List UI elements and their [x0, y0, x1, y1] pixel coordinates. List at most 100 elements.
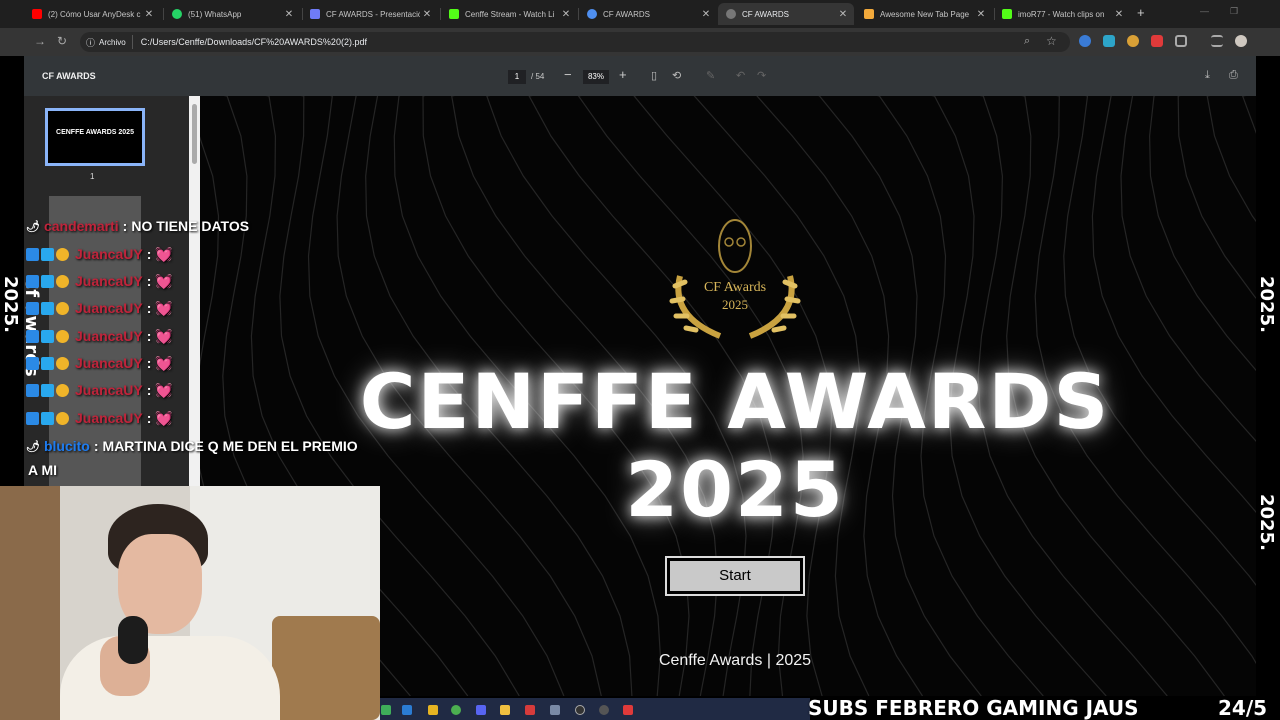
tab-cf-awards-1[interactable]: CF AWARDS ✕ — [579, 3, 717, 25]
microphone — [118, 616, 148, 664]
extension-icon[interactable] — [1079, 35, 1091, 47]
chat-message: JuancaUY : 💓 — [26, 406, 173, 430]
reading-list-icon[interactable] — [1211, 35, 1223, 47]
whatsapp-icon — [172, 9, 182, 19]
tab-cf-awards-presentation[interactable]: CF AWARDS - Presentació ✕ — [302, 3, 438, 25]
chat-text: 💓 — [155, 299, 173, 316]
moderator-badge-icon — [26, 274, 39, 288]
tab-cenffe-stream[interactable]: Cenffe Stream - Watch Li ✕ — [441, 3, 577, 25]
taskbar-app-icon[interactable] — [402, 705, 412, 715]
annotate-icon[interactable]: ✎ — [706, 69, 715, 82]
obs-icon[interactable] — [575, 705, 585, 715]
taskbar-app-icon[interactable] — [428, 705, 438, 715]
fit-page-icon[interactable]: ▯ — [651, 69, 657, 82]
cube-badge-icon — [41, 247, 54, 261]
chat-message-wrap: A MI — [28, 462, 58, 478]
print-icon[interactable]: ⎙ — [1229, 69, 1238, 82]
coin-badge-icon — [56, 329, 69, 343]
start-button[interactable]: Start — [667, 558, 803, 594]
close-icon[interactable]: ✕ — [420, 9, 434, 20]
taskbar-app-icon[interactable] — [381, 705, 391, 715]
tab-whatsapp[interactable]: (51) WhatsApp ✕ — [164, 3, 300, 25]
zoom-out-button[interactable]: − — [564, 67, 572, 82]
profile-avatar[interactable] — [1235, 35, 1247, 47]
chat-message: JuancaUY : 💓 — [26, 324, 173, 348]
extension-icon[interactable] — [1103, 35, 1115, 47]
reload-icon[interactable]: ↻ — [57, 34, 67, 48]
tab-new-tab-page[interactable]: Awesome New Tab Page ✕ — [856, 3, 992, 25]
close-icon[interactable]: ✕ — [836, 9, 850, 20]
zoom-icon[interactable]: ⌕ — [1024, 35, 1030, 48]
page-number-input[interactable]: 1 — [508, 70, 526, 84]
chat-text: 💓 — [155, 409, 173, 426]
page-total: / 54 — [531, 72, 545, 81]
close-icon[interactable]: ✕ — [282, 9, 296, 20]
zoom-in-button[interactable]: + — [619, 67, 627, 82]
chat-text: 💓 — [155, 354, 173, 371]
tab-title: CF AWARDS - Presentació — [326, 9, 420, 19]
tab-cf-awards-active[interactable]: CF AWARDS ✕ — [718, 3, 854, 25]
undo-icon[interactable]: ↶ — [736, 69, 745, 82]
taskbar-app-icon[interactable] — [623, 705, 633, 715]
close-icon[interactable]: ✕ — [559, 9, 573, 20]
extension-icon[interactable] — [1127, 35, 1139, 47]
minimize-icon[interactable]: — — [1200, 6, 1209, 16]
page-thumbnail-1[interactable]: CENFFE AWARDS 2025 — [45, 108, 145, 166]
sidebar-scrollbar-thumb[interactable] — [192, 104, 197, 164]
chat-username: JuancaUY — [75, 300, 143, 316]
download-icon[interactable]: ⤓ — [1205, 69, 1210, 82]
taskbar-app-icon[interactable] — [525, 705, 535, 715]
chrome-icon[interactable] — [451, 705, 461, 715]
logo-text-line2: 2025 — [722, 297, 748, 312]
close-icon[interactable]: ✕ — [1112, 9, 1126, 20]
rotate-icon[interactable]: ⟲ — [672, 69, 681, 82]
coin-badge-icon — [56, 411, 69, 425]
chat-message: JuancaUY : 💓 — [26, 378, 173, 402]
webcam-person-body — [60, 636, 280, 720]
close-icon[interactable]: ✕ — [699, 9, 713, 20]
moderator-badge-icon — [26, 356, 39, 370]
close-icon[interactable]: ✕ — [974, 9, 988, 20]
pdf-file-icon — [726, 9, 736, 19]
cube-badge-icon — [41, 274, 54, 288]
maximize-icon[interactable]: ❐ — [1230, 6, 1238, 17]
taskbar-app-icon[interactable] — [550, 705, 560, 715]
close-icon[interactable]: ✕ — [142, 9, 156, 20]
chat-text: NO TIENE DATOS — [131, 218, 250, 234]
info-icon: ⓘ — [86, 37, 96, 48]
extensions-puzzle-icon[interactable] — [1175, 35, 1187, 47]
cube-badge-icon — [41, 301, 54, 315]
new-tab-button[interactable]: + — [1137, 5, 1145, 20]
bookmark-star-icon[interactable]: ☆ — [1046, 34, 1057, 48]
subs-ticker: SUBS FEBRERO GAMING JAUS 24/5 — [808, 696, 1280, 720]
zoom-level-input[interactable]: 83% — [583, 70, 609, 84]
cube-badge-icon — [41, 329, 54, 343]
moderator-badge-icon — [26, 247, 39, 261]
chat-text: 💓 — [155, 381, 173, 398]
site-info-chip[interactable]: ⓘ Archivo — [80, 35, 133, 49]
kick-badge-icon: 🌶 — [26, 220, 40, 233]
kick-icon — [1002, 9, 1012, 19]
chat-username: blucito — [43, 438, 90, 454]
moderator-badge-icon — [26, 411, 39, 425]
tab-imor77[interactable]: imoR77 - Watch clips on ✕ — [994, 3, 1130, 25]
folder-icon[interactable] — [500, 705, 510, 715]
presentation-icon — [310, 9, 320, 19]
cube-badge-icon — [41, 383, 54, 397]
discord-icon[interactable] — [476, 705, 486, 715]
media-player-icon[interactable] — [599, 705, 609, 715]
url-text[interactable]: C:/Users/Cenffe/Downloads/CF%20AWARDS%20… — [133, 37, 367, 47]
chat-message: JuancaUY : 💓 — [26, 242, 173, 266]
wave-line — [1148, 96, 1256, 372]
address-bar[interactable]: ⓘ Archivo C:/Users/Cenffe/Downloads/CF%2… — [80, 32, 1070, 52]
chat-text: 💓 — [155, 272, 173, 289]
cube-badge-icon — [41, 411, 54, 425]
chat-message: JuancaUY : 💓 — [26, 269, 173, 293]
forward-icon[interactable]: → — [34, 34, 46, 48]
adblock-icon[interactable] — [1151, 35, 1163, 47]
webcam-overlay — [0, 486, 380, 720]
slide-title-line2: 2025 — [625, 445, 845, 534]
chat-message: JuancaUY : 💓 — [26, 296, 173, 320]
tab-anydesk[interactable]: (2) Cómo Usar AnyDesk c ✕ — [24, 3, 160, 25]
redo-icon[interactable]: ↷ — [757, 69, 766, 82]
